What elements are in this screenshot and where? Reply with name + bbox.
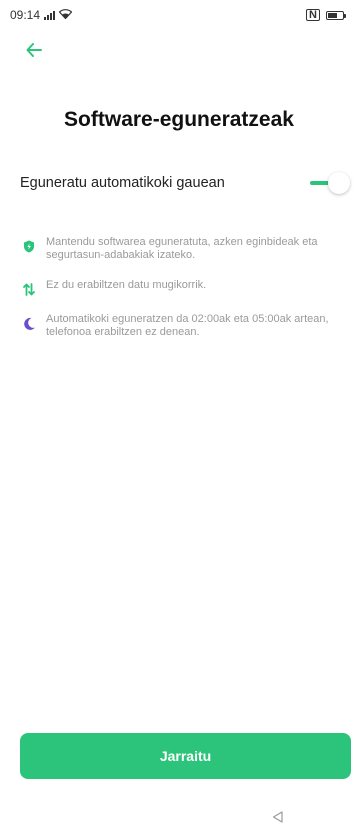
back-button[interactable] — [20, 36, 48, 64]
info-item: Automatikoki eguneratzen da 02:00ak eta … — [22, 313, 342, 339]
data-arrows-icon — [22, 282, 36, 296]
info-item: Ez du erabiltzen datu mugikorrik. — [22, 279, 342, 296]
toggle-track — [310, 181, 330, 185]
nav-back-button[interactable] — [270, 810, 284, 824]
info-text: Ez du erabiltzen datu mugikorrik. — [46, 279, 207, 291]
nfc-icon: N — [306, 9, 320, 21]
auto-update-row[interactable]: Eguneratu automatikoki gauean — [20, 168, 350, 198]
info-item: Mantendu softwarea eguneratuta, azken eg… — [22, 236, 342, 262]
status-time: 09:14 — [10, 8, 41, 22]
page-title: Software-eguneratzeak — [64, 108, 294, 131]
signal-icon — [44, 10, 56, 20]
shield-icon — [22, 239, 36, 253]
auto-update-toggle[interactable] — [310, 172, 350, 194]
wifi-icon — [58, 8, 73, 22]
arrow-left-icon — [26, 43, 42, 57]
status-right: N — [306, 9, 346, 21]
triangle-back-icon — [272, 811, 283, 823]
info-text: Automatikoki eguneratzen da 02:00ak eta … — [46, 313, 329, 338]
auto-update-label: Eguneratu automatikoki gauean — [20, 175, 225, 191]
status-bar: 09:14 N — [0, 0, 358, 30]
battery-icon — [326, 10, 346, 20]
status-left: 09:14 — [10, 8, 73, 22]
toggle-knob — [328, 172, 350, 194]
continue-button[interactable]: Jarraitu — [20, 733, 351, 779]
info-list: Mantendu softwarea eguneratuta, azken eg… — [22, 236, 342, 356]
moon-icon — [22, 316, 36, 330]
info-text: Mantendu softwarea eguneratuta, azken eg… — [46, 236, 318, 261]
